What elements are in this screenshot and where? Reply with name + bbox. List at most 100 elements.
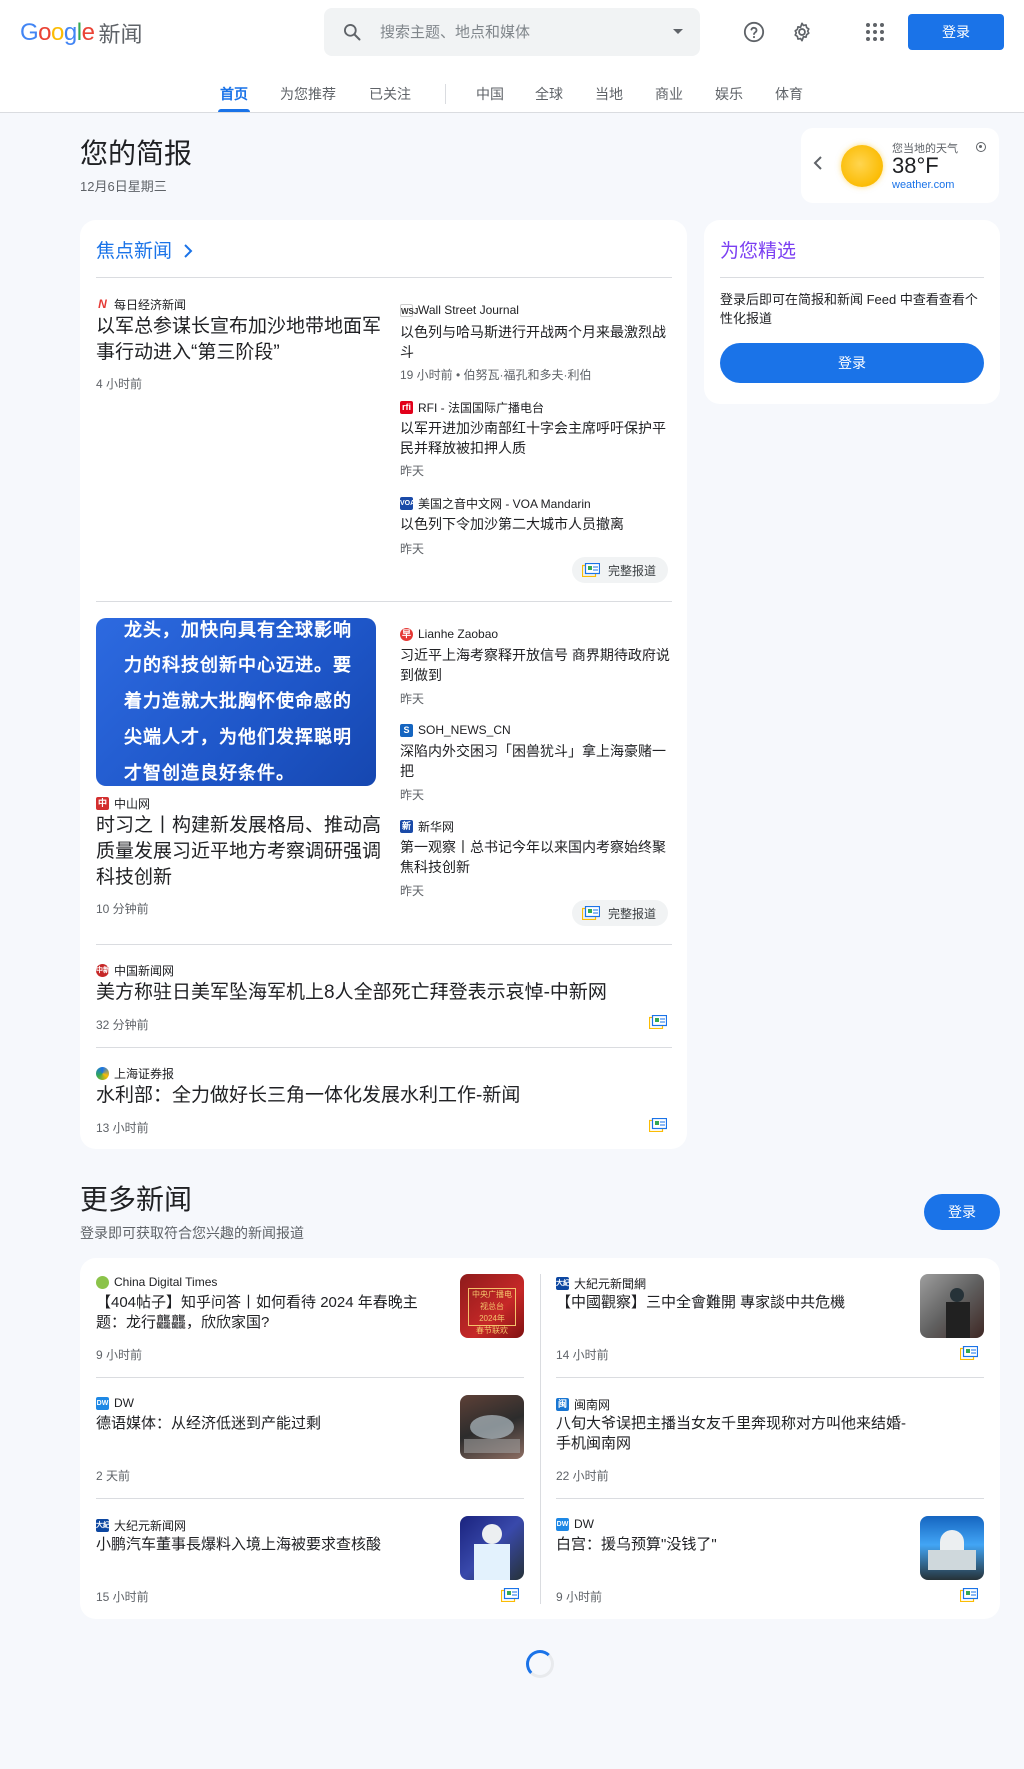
- article-time: 9 小时前: [556, 1590, 603, 1604]
- tab-business[interactable]: 商业: [655, 84, 683, 104]
- full-coverage-icon[interactable]: [960, 1346, 978, 1360]
- full-coverage-button[interactable]: 完整报道: [572, 557, 669, 583]
- full-coverage-icon: [582, 906, 600, 920]
- divider: [720, 277, 984, 278]
- dw-logo-icon: DW: [556, 1517, 569, 1531]
- active-tab-indicator: [218, 109, 250, 112]
- article-source: VOA 美国之音中文网 - VOA Mandarin: [400, 497, 591, 511]
- more-news-subtitle: 登录即可获取符合您兴趣的新闻报道: [80, 1225, 304, 1241]
- sunny-weather-icon: [841, 145, 883, 187]
- weather-source-link[interactable]: weather.com: [892, 179, 954, 191]
- article-image[interactable]: 龙头，加快向具有全球影响 力的科技创新中心迈进。要 着力造就大批胸怀使命感的 尖…: [96, 618, 376, 786]
- article-source: rfi RFI - 法国国际广播电台: [400, 401, 544, 415]
- zsnews-logo-icon: 中: [96, 797, 109, 810]
- full-coverage-button[interactable]: 完整报道: [572, 900, 669, 926]
- full-coverage-icon[interactable]: [501, 1588, 519, 1602]
- search-icon[interactable]: [324, 22, 380, 42]
- chevron-left-icon[interactable]: [813, 156, 823, 173]
- search-box[interactable]: [324, 8, 700, 56]
- help-icon[interactable]: [738, 16, 770, 48]
- article-headline[interactable]: 以军总参谋长宣布加沙地带地面军事行动进入“第三阶段”: [96, 314, 381, 366]
- article-headline[interactable]: 水利部：全力做好长三角一体化发展水利工作-新闻: [96, 1083, 656, 1109]
- article-time: 2 天前: [96, 1469, 131, 1483]
- full-coverage-icon[interactable]: [649, 1015, 667, 1029]
- article-headline[interactable]: 以色列与哈马斯进行开战两个月来最激烈战斗: [400, 322, 672, 362]
- more-news-title: 更多新闻: [80, 1184, 193, 1215]
- section-nav: 首页 为您推荐 已关注 中国 全球 当地 商业 娱乐 体育: [0, 72, 1024, 112]
- article-headline[interactable]: 八旬大爷误把主播当女友千里奔现称对方叫他来结婚-手机闽南网: [556, 1414, 911, 1454]
- news-wordmark: 新闻: [98, 22, 143, 47]
- article-thumbnail[interactable]: [460, 1516, 524, 1580]
- article-headline[interactable]: 【中國觀察】三中全會難開 專家談中共危機: [556, 1293, 906, 1313]
- article-source: 大紀 大紀元新聞網: [556, 1277, 647, 1291]
- soh-logo-icon: S: [400, 723, 413, 737]
- full-coverage-icon[interactable]: [960, 1588, 978, 1602]
- divider: [556, 1498, 984, 1499]
- tab-entertainment[interactable]: 娱乐: [715, 84, 743, 104]
- nav-separator: [445, 84, 446, 104]
- full-coverage-label: 完整报道: [608, 906, 657, 921]
- location-icon[interactable]: [976, 142, 986, 152]
- divider: [96, 944, 672, 945]
- article-time: 昨天: [400, 692, 425, 706]
- mnw-logo-icon: 闽: [556, 1398, 569, 1411]
- article-headline[interactable]: 德语媒体：从经济低迷到产能过剩: [96, 1414, 446, 1434]
- article-time: 32 分钟前: [96, 1018, 149, 1032]
- article-headline[interactable]: 白宫：援乌预算"没钱了": [556, 1535, 906, 1555]
- article-source: 新 新华网: [400, 820, 455, 834]
- article-time: 22 小时前: [556, 1469, 609, 1483]
- article-source: 早 Lianhe Zaobao: [400, 627, 499, 641]
- image-text-line: 着力造就大批胸怀使命感的: [124, 691, 352, 711]
- tab-world[interactable]: 全球: [535, 84, 563, 104]
- article-headline[interactable]: 美方称驻日美军坠海军机上8人全部死亡拜登表示哀悼-中新网: [96, 980, 656, 1006]
- article-headline[interactable]: 第一观察丨总书记今年以来国内考察始终聚焦科技创新: [400, 837, 672, 877]
- image-text-line: 龙头，加快向具有全球影响: [124, 620, 352, 640]
- google-news-logo[interactable]: Google 新闻: [20, 17, 142, 49]
- nbd-logo-icon: N: [96, 298, 109, 311]
- cnstock-logo-icon: [96, 1067, 109, 1080]
- tab-for-you[interactable]: 为您推荐: [280, 84, 336, 104]
- full-coverage-label: 完整报道: [608, 563, 657, 578]
- article-time: 昨天: [400, 542, 425, 556]
- search-options-dropdown-icon[interactable]: [656, 28, 700, 36]
- article-thumbnail[interactable]: 中央广播电视总台 2024年 春节联欢: [460, 1274, 524, 1338]
- xinhua-logo-icon: 新: [400, 820, 413, 833]
- divider: [96, 1047, 672, 1048]
- tab-following[interactable]: 已关注: [369, 84, 411, 104]
- tab-sports[interactable]: 体育: [775, 84, 803, 104]
- article-headline[interactable]: 以军开进加沙南部红十字会主席呼吁保护平民并释放被扣押人质: [400, 418, 672, 458]
- settings-gear-icon[interactable]: [786, 16, 818, 48]
- picks-description: 登录后即可在简报和新闻 Feed 中查看查看个性化报道: [720, 292, 978, 326]
- article-thumbnail[interactable]: [920, 1274, 984, 1338]
- article-headline[interactable]: 小鹏汽车董事長爆料入境上海被要求查核酸: [96, 1535, 446, 1555]
- top-stories-link[interactable]: 焦点新闻: [96, 236, 193, 263]
- divider: [556, 1377, 984, 1378]
- header-signin-button[interactable]: 登录: [908, 14, 1004, 50]
- article-time: 10 分钟前: [96, 902, 149, 916]
- article-headline[interactable]: 深陷内外交困习「困兽犹斗」拿上海豪赌一把: [400, 741, 672, 781]
- article-source: S SOH_NEWS_CN: [400, 723, 511, 737]
- article-headline[interactable]: 时习之丨构建新发展格局、推动高质量发展习近平地方考察调研强调科技创新: [96, 813, 381, 891]
- google-apps-grid-icon[interactable]: [859, 16, 891, 48]
- article-headline[interactable]: 【404帖子】知乎问答丨如何看待 2024 年春晚主题：龙行龘龘，欣欣家国?: [96, 1293, 446, 1333]
- article-thumbnail[interactable]: [460, 1395, 524, 1459]
- dw-logo-icon: DW: [96, 1396, 109, 1410]
- article-thumbnail[interactable]: [920, 1516, 984, 1580]
- full-coverage-icon[interactable]: [649, 1118, 667, 1132]
- weather-widget[interactable]: 您当地的天气 38°F weather.com: [801, 128, 999, 203]
- article-time: 14 小时前: [556, 1348, 609, 1362]
- article-time: 15 小时前: [96, 1590, 149, 1604]
- article-source: 中新 中国新闻网: [96, 964, 175, 978]
- more-news-signin-button[interactable]: 登录: [924, 1194, 1000, 1230]
- image-text-line: 才智创造良好条件。: [124, 763, 295, 783]
- tab-local[interactable]: 当地: [595, 84, 623, 104]
- article-source: China Digital Times: [96, 1275, 217, 1289]
- tab-china[interactable]: 中国: [476, 84, 504, 104]
- divider: [96, 601, 672, 602]
- tab-home[interactable]: 首页: [220, 84, 248, 104]
- article-source: 中 中山网: [96, 797, 151, 811]
- picks-signin-button[interactable]: 登录: [720, 343, 984, 383]
- article-headline[interactable]: 习近平上海考察释开放信号 商界期待政府说到做到: [400, 645, 672, 685]
- search-input[interactable]: [380, 23, 656, 41]
- article-headline[interactable]: 以色列下令加沙第二大城市人员撤离: [400, 514, 672, 534]
